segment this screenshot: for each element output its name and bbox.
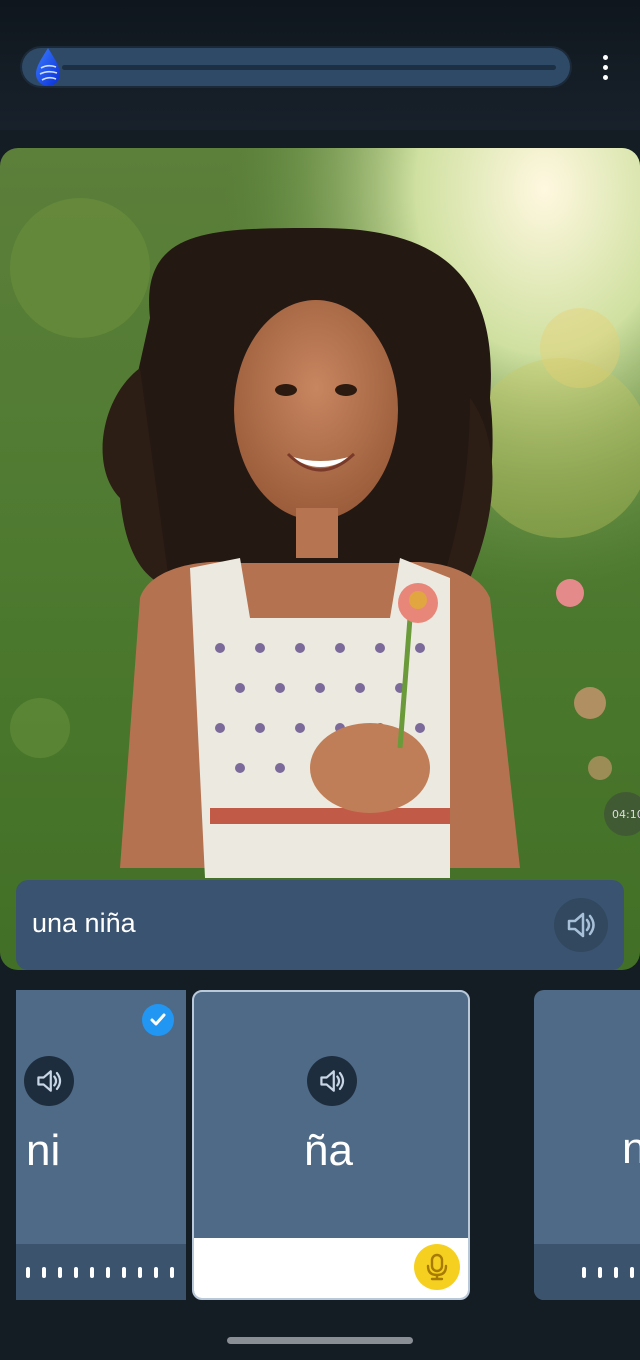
lesson-photo — [0, 148, 640, 970]
card-footer — [194, 1238, 468, 1298]
syllable-text: n — [622, 1124, 640, 1173]
syllable-text: ña — [304, 1126, 353, 1175]
caption-text: una niña — [32, 908, 136, 938]
recording-waveform — [582, 1267, 640, 1278]
syllable-card[interactable]: ni — [16, 990, 186, 1300]
lesson-progress-bar — [22, 48, 570, 86]
progress-track-inner — [62, 65, 556, 70]
video-timestamp: 04:10 — [604, 792, 640, 836]
syllable-card[interactable]: n — [534, 990, 640, 1300]
syllable-text: ni — [26, 1126, 61, 1175]
caption-card: una niña — [16, 880, 624, 970]
home-indicator[interactable] — [227, 1337, 413, 1344]
syllable-card-active[interactable]: ña — [192, 990, 470, 1300]
speaker-icon[interactable] — [554, 898, 608, 952]
recording-waveform — [26, 1267, 174, 1278]
speaker-icon[interactable] — [307, 1056, 357, 1106]
speaker-icon[interactable] — [24, 1056, 74, 1106]
check-icon — [142, 1004, 174, 1036]
card-footer — [534, 1244, 640, 1300]
more-vertical-icon[interactable] — [590, 50, 620, 84]
card-footer — [16, 1244, 186, 1300]
water-drop-icon — [36, 48, 60, 86]
microphone-icon[interactable] — [414, 1244, 460, 1290]
